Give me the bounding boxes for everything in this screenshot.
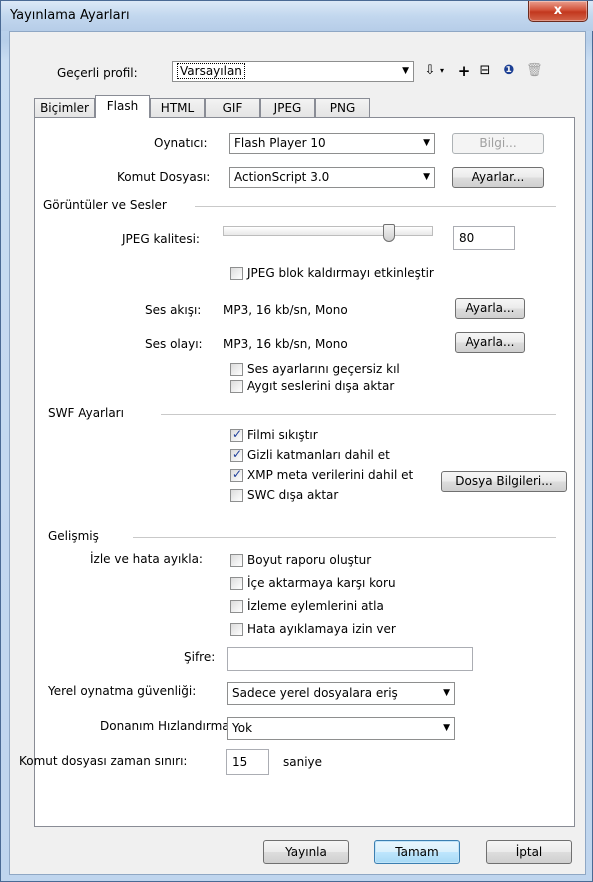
info-icon[interactable]: ❶ bbox=[501, 62, 517, 80]
ok-button[interactable]: Tamam bbox=[374, 840, 460, 864]
xmp-metadata-checkbox[interactable] bbox=[230, 467, 243, 482]
export-swc-label: SWC dışa aktar bbox=[247, 488, 339, 502]
player-label: Oynatıcı: bbox=[154, 136, 208, 150]
hardware-acceleration-label: Donanım Hızlandırma: bbox=[100, 719, 234, 733]
chevron-down-icon: ▼ bbox=[443, 723, 450, 733]
info-button[interactable]: Bilgi... bbox=[452, 133, 544, 154]
flash-tab-panel: Oynatıcı: Flash Player 10 ▼ Bilgi... Kom… bbox=[19, 117, 575, 827]
close-button[interactable]: x bbox=[528, 1, 588, 22]
add-icon[interactable]: + bbox=[456, 62, 472, 80]
hardware-acceleration-select[interactable]: Yok ▼ bbox=[227, 717, 455, 740]
advanced-header: Gelişmiş bbox=[48, 529, 99, 543]
hidden-layers-checkbox[interactable] bbox=[230, 447, 243, 462]
images-sounds-header: Görüntüler ve Sesler bbox=[43, 198, 167, 212]
compress-movie-checkbox[interactable] bbox=[230, 427, 243, 442]
file-info-button[interactable]: Dosya Bilgileri... bbox=[441, 471, 567, 492]
hidden-layers-label: Gizli katmanları dahil et bbox=[247, 448, 390, 462]
profile-select[interactable]: Varsayılan ▼ bbox=[172, 61, 414, 82]
jpeg-deblock-checkbox[interactable] bbox=[230, 267, 243, 280]
password-input[interactable] bbox=[227, 647, 473, 671]
script-timeout-input[interactable]: 15 bbox=[226, 749, 269, 775]
slider-track bbox=[223, 226, 433, 236]
jpeg-deblock-label: JPEG blok kaldırmayı etkinleştir bbox=[247, 266, 434, 280]
omit-trace-label: İzleme eylemlerini atla bbox=[247, 599, 384, 613]
script-label: Komut Dosyası: bbox=[117, 170, 211, 184]
script-value: ActionScript 3.0 bbox=[234, 170, 330, 184]
player-select[interactable]: Flash Player 10 ▼ bbox=[229, 133, 435, 154]
chevron-down-icon: ▼ bbox=[423, 138, 430, 148]
duplicate-icon[interactable]: ⊟ bbox=[477, 62, 493, 80]
local-security-select[interactable]: Sadece yerel dosyalara eriş ▼ bbox=[227, 682, 455, 705]
jpeg-quality-input[interactable]: 80 bbox=[453, 226, 515, 250]
divider bbox=[133, 537, 556, 538]
trace-debug-label: İzle ve hata ayıkla: bbox=[90, 552, 203, 566]
xmp-metadata-label: XMP meta verilerini dahil et bbox=[247, 468, 414, 482]
tab-html[interactable]: HTML bbox=[150, 98, 205, 118]
protect-import-label: İçe aktarmaya karşı koru bbox=[247, 576, 396, 590]
compress-movie-label: Filmi sıkıştır bbox=[247, 428, 318, 442]
divider bbox=[161, 414, 556, 415]
audio-event-label: Ses olayı: bbox=[145, 337, 203, 351]
audio-event-value: MP3, 16 kb/sn, Mono bbox=[223, 337, 348, 351]
script-select[interactable]: ActionScript 3.0 ▼ bbox=[229, 167, 435, 188]
audio-stream-set-button[interactable]: Ayarla... bbox=[455, 298, 525, 319]
tab-formats[interactable]: Biçimler bbox=[34, 98, 95, 118]
script-settings-button[interactable]: Ayarlar... bbox=[452, 167, 544, 188]
omit-trace-checkbox[interactable] bbox=[230, 600, 243, 613]
slider-thumb[interactable] bbox=[383, 224, 395, 242]
chevron-down-icon: ▼ bbox=[423, 172, 430, 182]
hardware-acceleration-value: Yok bbox=[232, 721, 253, 735]
override-sound-label: Ses ayarlarını geçersiz kıl bbox=[247, 362, 400, 376]
audio-stream-label: Ses akışı: bbox=[145, 303, 202, 317]
size-report-label: Boyut raporu oluştur bbox=[247, 553, 372, 567]
player-value: Flash Player 10 bbox=[234, 136, 326, 150]
profile-value: Varsayılan bbox=[177, 63, 245, 79]
window-title: Yayınlama Ayarları bbox=[10, 8, 130, 23]
export-device-sounds-label: Aygıt seslerini dışa aktar bbox=[247, 379, 395, 393]
cancel-button[interactable]: İptal bbox=[486, 840, 572, 864]
publish-button[interactable]: Yayınla bbox=[263, 840, 349, 864]
script-timeout-label: Komut dosyası zaman sınırı: bbox=[19, 754, 188, 768]
tab-flash[interactable]: Flash bbox=[95, 95, 150, 118]
tab-png[interactable]: PNG bbox=[315, 98, 370, 118]
permit-debug-checkbox[interactable] bbox=[230, 623, 243, 636]
size-report-checkbox[interactable] bbox=[230, 554, 243, 567]
divider bbox=[195, 206, 556, 207]
script-timeout-unit: saniye bbox=[283, 755, 323, 769]
delete-icon[interactable]: 🗑 bbox=[526, 62, 543, 80]
chevron-down-icon: ▼ bbox=[443, 688, 450, 698]
export-device-sounds-checkbox[interactable] bbox=[230, 380, 243, 393]
title-bar[interactable]: Yayınlama Ayarları x bbox=[1, 1, 593, 31]
dropdown-arrow-icon[interactable]: ▾ bbox=[434, 62, 450, 80]
publish-settings-window: Yayınlama Ayarları x Geçerli profil: Var… bbox=[0, 0, 593, 882]
jpeg-quality-slider[interactable] bbox=[223, 224, 433, 242]
swf-settings-header: SWF Ayarları bbox=[48, 406, 124, 420]
jpeg-quality-label: JPEG kalitesi: bbox=[122, 232, 200, 246]
override-sound-checkbox[interactable] bbox=[230, 363, 243, 376]
player-label-text: Oynatıcı: bbox=[154, 136, 208, 150]
audio-event-set-button[interactable]: Ayarla... bbox=[455, 332, 525, 353]
tab-gif[interactable]: GIF bbox=[205, 98, 260, 118]
dialog-client-area: Geçerli profil: Varsayılan ▼ ⇩ ▾ + ⊟ ❶ 🗑… bbox=[9, 31, 586, 875]
export-swc-checkbox[interactable] bbox=[230, 489, 243, 502]
chevron-down-icon: ▼ bbox=[402, 66, 409, 76]
password-label: Şifre: bbox=[184, 650, 216, 664]
tab-jpeg[interactable]: JPEG bbox=[260, 98, 315, 118]
local-security-label: Yerel oynatma güvenliği: bbox=[48, 684, 197, 698]
profile-label: Geçerli profil: bbox=[57, 66, 138, 80]
audio-stream-value: MP3, 16 kb/sn, Mono bbox=[223, 303, 348, 317]
permit-debug-label: Hata ayıklamaya izin ver bbox=[247, 622, 396, 636]
local-security-value: Sadece yerel dosyalara eriş bbox=[232, 686, 398, 700]
protect-import-checkbox[interactable] bbox=[230, 577, 243, 590]
